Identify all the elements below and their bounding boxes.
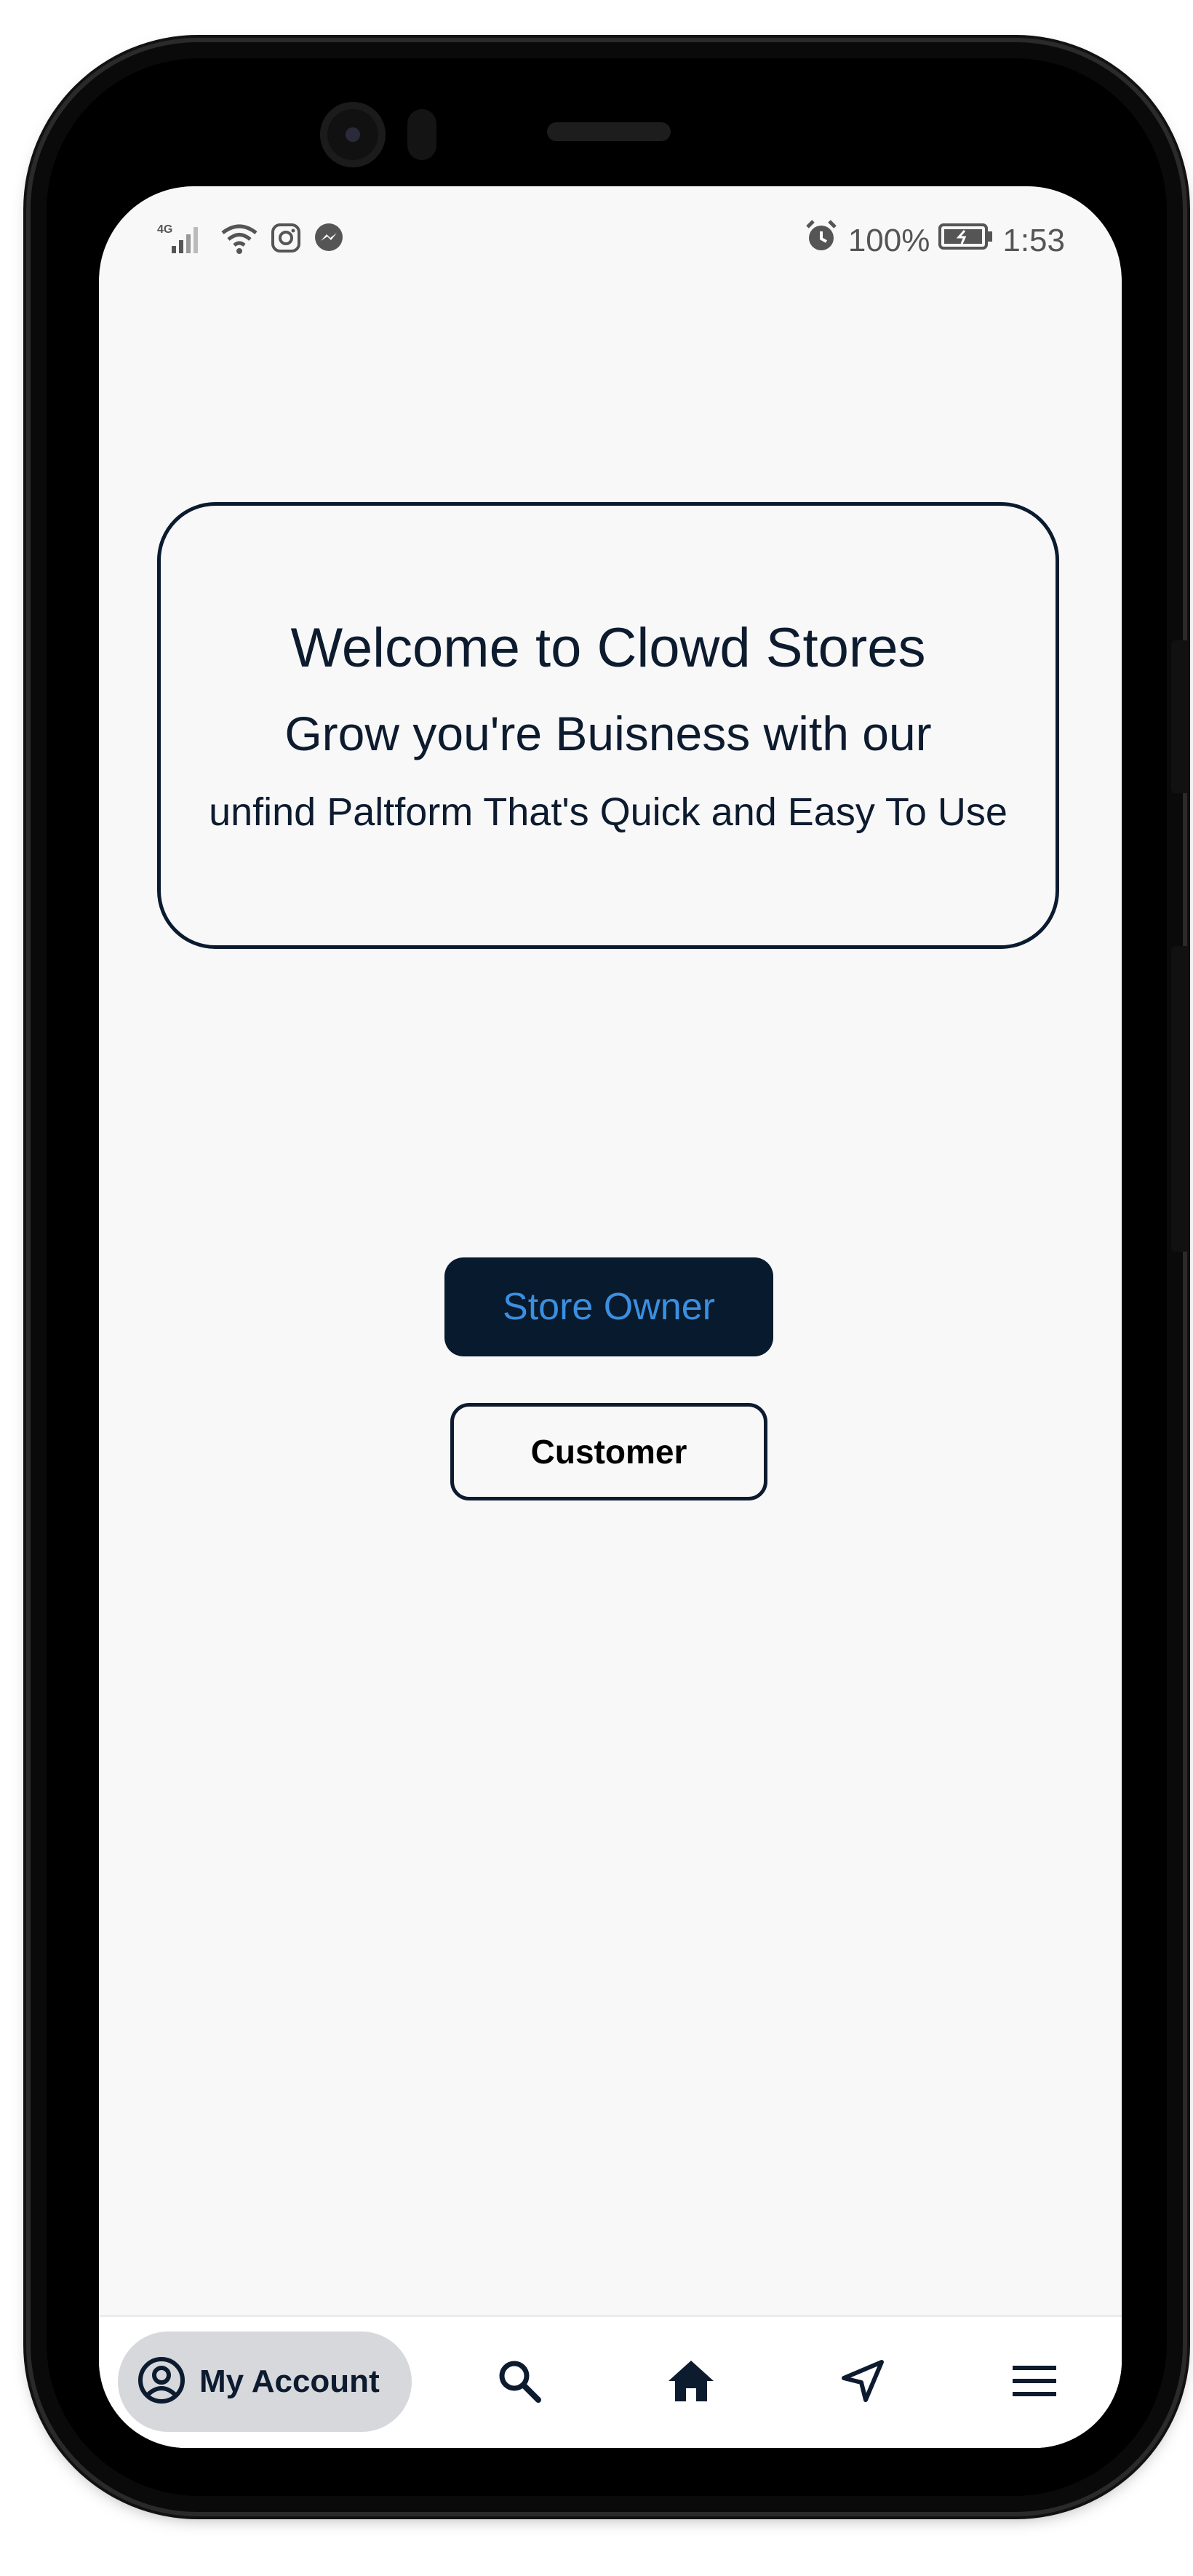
bottom-navigation: My Account bbox=[99, 2315, 1122, 2448]
account-icon bbox=[137, 2356, 186, 2409]
home-icon bbox=[666, 2358, 717, 2408]
messenger-icon bbox=[313, 222, 345, 258]
signal-icon: 4G bbox=[157, 221, 208, 258]
welcome-tagline: unfind Paltform That's Quick and Easy To… bbox=[209, 790, 1008, 834]
instagram-icon bbox=[271, 223, 301, 257]
clock-time: 1:53 bbox=[1002, 222, 1065, 258]
status-left: 4G bbox=[157, 221, 345, 258]
app-screen: 4G 100% 1:53 Welcome to Clowd Stores Gro… bbox=[99, 186, 1122, 2448]
battery-icon bbox=[938, 222, 994, 259]
power-button bbox=[1171, 946, 1190, 1252]
nav-send[interactable] bbox=[826, 2346, 899, 2419]
nav-home[interactable] bbox=[655, 2346, 727, 2419]
welcome-card: Welcome to Clowd Stores Grow you're Buis… bbox=[157, 502, 1059, 949]
send-icon bbox=[839, 2358, 886, 2408]
nav-my-account-label: My Account bbox=[199, 2364, 380, 2399]
welcome-title: Welcome to Clowd Stores bbox=[290, 617, 926, 679]
status-bar: 4G 100% 1:53 bbox=[99, 186, 1122, 288]
nav-menu[interactable] bbox=[998, 2346, 1071, 2419]
front-camera bbox=[320, 102, 386, 167]
volume-button bbox=[1171, 640, 1190, 793]
menu-icon bbox=[1011, 2363, 1058, 2403]
alarm-icon bbox=[803, 218, 839, 263]
earpiece-speaker bbox=[547, 122, 671, 141]
nav-my-account[interactable]: My Account bbox=[118, 2331, 412, 2432]
status-right: 100% 1:53 bbox=[803, 218, 1065, 263]
store-owner-button[interactable]: Store Owner bbox=[444, 1257, 773, 1356]
network-type: 4G bbox=[157, 223, 172, 236]
nav-search[interactable] bbox=[483, 2346, 556, 2419]
welcome-subtitle: Grow you're Buisness with our bbox=[284, 707, 932, 760]
wifi-icon bbox=[220, 221, 259, 258]
search-icon bbox=[496, 2358, 543, 2408]
battery-percent: 100% bbox=[847, 222, 930, 258]
customer-button[interactable]: Customer bbox=[450, 1403, 767, 1500]
proximity-sensor bbox=[407, 109, 436, 160]
